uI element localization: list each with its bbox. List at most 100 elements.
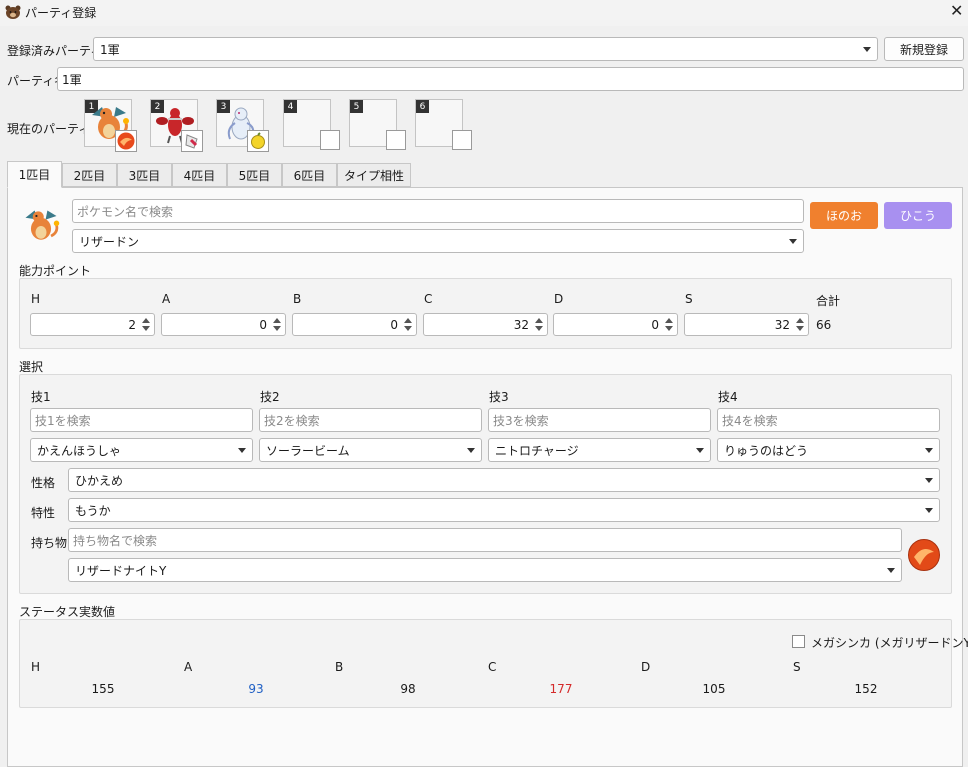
tab-pokemon-1[interactable]: 1匹目: [7, 161, 62, 188]
new-party-button[interactable]: 新規登録: [884, 37, 964, 61]
tab-pokemon-6[interactable]: 6匹目: [282, 163, 337, 187]
tab-pokemon-3[interactable]: 3匹目: [117, 163, 172, 187]
tab-type-chart[interactable]: タイプ相性: [337, 163, 411, 187]
status-label-a: A: [184, 660, 193, 674]
party-slot-2[interactable]: 2: [150, 99, 203, 152]
chevron-down-icon: [789, 239, 797, 244]
stat-label-h: H: [31, 292, 41, 306]
status-value-h: 155: [91, 682, 115, 696]
slot-number: 4: [284, 100, 297, 113]
stat-label-b: B: [293, 292, 302, 306]
selection-label: 選択: [19, 360, 44, 374]
ability-dropdown[interactable]: もうか: [68, 498, 940, 522]
stat-label-a: A: [162, 292, 171, 306]
status-label-h: H: [31, 660, 41, 674]
stat-spinbox-h[interactable]: 2: [30, 313, 155, 336]
move2-dropdown[interactable]: ソーラービーム: [259, 438, 482, 462]
party-name-input[interactable]: 1軍: [57, 67, 964, 91]
type-fire-badge[interactable]: ほのお: [810, 202, 878, 229]
status-value-s: 152: [854, 682, 878, 696]
party-slot-4[interactable]: 4: [283, 99, 340, 150]
party-slot-5[interactable]: 5: [349, 99, 406, 150]
party-slot-3[interactable]: 3: [216, 99, 269, 152]
spin-arrows-icon[interactable]: [402, 316, 414, 333]
stat-spinbox-a[interactable]: 0: [161, 313, 286, 336]
party-select-label: 登録済みパーティ: [7, 44, 103, 58]
slot-number: 5: [350, 100, 363, 113]
window-title: パーティ登録: [25, 6, 97, 20]
total-label: 合計: [816, 294, 841, 308]
charizard-portrait-icon: [25, 210, 60, 240]
empty-item-box: [386, 130, 406, 150]
item-icon: [181, 130, 203, 152]
spin-arrows-icon[interactable]: [140, 316, 152, 333]
pokemon-select-dropdown[interactable]: リザードン: [72, 229, 804, 253]
status-section-label: ステータス実数値: [19, 605, 116, 619]
status-value-d: 105: [702, 682, 726, 696]
chevron-down-icon: [925, 508, 933, 513]
held-item-label: 持ち物: [31, 536, 68, 550]
title-bar: [0, 0, 968, 26]
pokemon-search-input[interactable]: ポケモン名で検索: [72, 199, 804, 223]
move3-label: 技3: [489, 390, 509, 404]
move1-search-input[interactable]: 技1を検索: [30, 408, 253, 432]
spin-arrows-icon[interactable]: [533, 316, 545, 333]
status-value-c: 177: [549, 682, 573, 696]
move4-search-input[interactable]: 技4を検索: [717, 408, 940, 432]
move3-dropdown[interactable]: ニトロチャージ: [488, 438, 711, 462]
chevron-down-icon: [925, 478, 933, 483]
chevron-down-icon: [887, 568, 895, 573]
status-value-a: 93: [248, 682, 264, 696]
party-slot-1[interactable]: 1: [84, 99, 137, 152]
party-slot-6[interactable]: 6: [415, 99, 472, 150]
move2-label: 技2: [260, 390, 280, 404]
mega-stone-icon: [115, 130, 137, 152]
move3-search-input[interactable]: 技3を検索: [488, 408, 711, 432]
held-item-search-input[interactable]: 持ち物名で検索: [68, 528, 902, 552]
status-group: [19, 619, 952, 708]
ability-points-label: 能力ポイント: [19, 264, 92, 278]
status-label-b: B: [335, 660, 344, 674]
tab-pokemon-5[interactable]: 5匹目: [227, 163, 282, 187]
item-icon: [247, 130, 269, 152]
type-flying-badge[interactable]: ひこう: [884, 202, 952, 229]
chevron-down-icon: [238, 448, 246, 453]
chevron-down-icon: [925, 448, 933, 453]
chevron-down-icon: [863, 47, 871, 52]
move4-dropdown[interactable]: りゅうのはどう: [717, 438, 940, 462]
ability-label: 特性: [31, 506, 56, 520]
empty-item-box: [320, 130, 340, 150]
held-item-dropdown[interactable]: リザードナイトY: [68, 558, 902, 582]
move4-label: 技4: [718, 390, 738, 404]
mega-evolution-label: メガシンカ (メガリザードンY): [811, 636, 968, 650]
tab-pokemon-2[interactable]: 2匹目: [62, 163, 117, 187]
status-value-b: 98: [400, 682, 416, 696]
status-label-s: S: [793, 660, 801, 674]
party-select-value: 1軍: [100, 42, 120, 57]
stat-spinbox-b[interactable]: 0: [292, 313, 417, 336]
spin-arrows-icon[interactable]: [663, 316, 675, 333]
party-select-dropdown[interactable]: 1軍: [93, 37, 878, 61]
mega-evolution-checkbox[interactable]: [792, 635, 805, 648]
spin-arrows-icon[interactable]: [271, 316, 283, 333]
move1-dropdown[interactable]: かえんほうしゃ: [30, 438, 253, 462]
current-party-label: 現在のパーティ: [7, 122, 91, 136]
stat-spinbox-c[interactable]: 32: [423, 313, 548, 336]
slot-number: 6: [416, 100, 429, 113]
stat-spinbox-s[interactable]: 32: [684, 313, 809, 336]
tab-pokemon-4[interactable]: 4匹目: [172, 163, 227, 187]
nature-dropdown[interactable]: ひかえめ: [68, 468, 940, 492]
close-icon[interactable]: ✕: [950, 1, 963, 20]
move2-search-input[interactable]: 技2を検索: [259, 408, 482, 432]
chevron-down-icon: [696, 448, 704, 453]
status-label-c: C: [488, 660, 497, 674]
app-bear-icon: [5, 5, 21, 19]
stat-label-c: C: [424, 292, 433, 306]
nature-label: 性格: [31, 476, 56, 490]
chevron-down-icon: [467, 448, 475, 453]
spin-arrows-icon[interactable]: [794, 316, 806, 333]
total-value: 66: [816, 318, 832, 332]
stat-label-d: D: [554, 292, 564, 306]
stat-label-s: S: [685, 292, 693, 306]
stat-spinbox-d[interactable]: 0: [553, 313, 678, 336]
